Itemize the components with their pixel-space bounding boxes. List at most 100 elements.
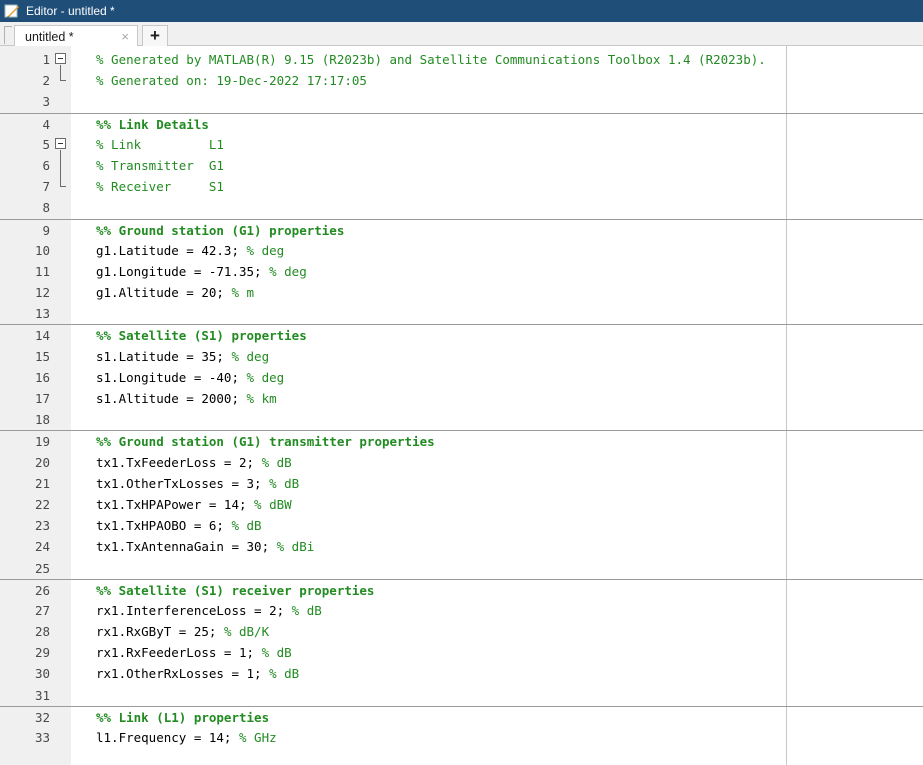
line-number: 22 <box>34 496 50 512</box>
line-number: 21 <box>34 475 50 491</box>
code-comment: % Generated on: 19-Dec-2022 17:17:05 <box>96 73 367 89</box>
code-line[interactable]: 8 <box>0 197 923 218</box>
section-header: %% Satellite (S1) receiver properties <box>96 582 375 598</box>
line-number: 30 <box>34 666 50 682</box>
code-comment: % GHz <box>239 730 277 745</box>
code-line[interactable]: 5 % Link L1 <box>0 134 923 156</box>
line-number: 29 <box>34 645 50 661</box>
code-line[interactable]: 15 s1.Latitude = 35; % deg <box>0 346 923 367</box>
code-line[interactable]: 16 s1.Longitude = -40; % deg <box>0 367 923 388</box>
code-statement: g1.Longitude = -71.35; <box>96 263 270 279</box>
code-editor[interactable]: 1 % Generated by MATLAB(R) 9.15 (R2023b) … <box>0 46 923 765</box>
code-text: % Generated on: 19-Dec-2022 17:17:05 <box>96 70 367 91</box>
code-statement: tx1.TxAntennaGain = 30; <box>96 539 277 555</box>
code-line[interactable]: 11 g1.Longitude = -71.35; % deg <box>0 261 923 282</box>
code-text: % Link L1 <box>96 134 224 155</box>
code-text: s1.Altitude = 2000; % km <box>96 388 277 409</box>
code-line[interactable]: 25 <box>0 558 923 579</box>
code-text: % Receiver S1 <box>96 176 224 197</box>
code-text: % Transmitter G1 <box>96 155 224 176</box>
fold-collapse-icon[interactable] <box>55 49 67 71</box>
code-line[interactable]: 28 rx1.RxGByT = 25; % dB/K <box>0 621 923 642</box>
code-comment: % Generated by MATLAB(R) 9.15 (R2023b) a… <box>96 52 766 67</box>
code-text: %% Satellite (S1) properties <box>96 325 307 346</box>
code-line[interactable]: 29 rx1.RxFeederLoss = 1; % dB <box>0 642 923 663</box>
tab-label: untitled * <box>25 29 74 44</box>
code-line[interactable]: 17 s1.Altitude = 2000; % km <box>0 388 923 409</box>
code-text: s1.Latitude = 35; % deg <box>96 346 269 367</box>
code-comment: % m <box>231 285 255 301</box>
code-statement: l1.Frequency = 14; <box>96 730 239 745</box>
code-line[interactable]: 26 %% Satellite (S1) receiver properties <box>0 578 923 601</box>
code-text: %% Ground station (G1) properties <box>96 220 344 241</box>
code-comment: % deg <box>269 263 307 279</box>
line-number: 15 <box>34 348 50 364</box>
code-text: %% Ground station (G1) transmitter prope… <box>96 431 435 452</box>
line-number: 11 <box>34 263 50 279</box>
code-text: %% Link (L1) properties <box>96 707 269 728</box>
line-number: 25 <box>34 560 50 576</box>
fold-guide <box>55 70 67 91</box>
code-comment: % dB <box>261 454 292 470</box>
tab-untitled[interactable]: untitled * × <box>14 25 138 47</box>
code-line[interactable]: 22 tx1.TxHPAPower = 14; % dBW <box>0 494 923 515</box>
code-line[interactable]: 3 <box>0 91 923 112</box>
fold-collapse-icon[interactable] <box>55 134 67 156</box>
title-bar: Editor - untitled * <box>0 0 923 22</box>
code-text: g1.Longitude = -71.35; % deg <box>96 261 307 282</box>
code-line[interactable]: 32 %% Link (L1) properties <box>0 705 923 728</box>
new-tab-button[interactable]: + <box>142 25 168 46</box>
line-number: 31 <box>34 687 50 703</box>
code-comment: % dB <box>291 602 322 618</box>
code-line[interactable]: 6 % Transmitter G1 <box>0 154 923 177</box>
code-line[interactable]: 12 g1.Altitude = 20; % m <box>0 282 923 303</box>
tab-strip-grip <box>4 26 12 44</box>
code-line[interactable]: 4 %% Link Details <box>0 112 923 134</box>
code-comment: % Link L1 <box>96 136 224 152</box>
code-line[interactable]: 10 g1.Latitude = 42.3; % deg <box>0 240 923 261</box>
line-number: 32 <box>34 709 50 725</box>
line-number: 19 <box>34 434 50 450</box>
code-line[interactable]: 21 tx1.OtherTxLosses = 3; % dB <box>0 473 923 494</box>
code-statement: rx1.OtherRxLosses = 1; <box>96 666 270 682</box>
code-statement: s1.Latitude = 35; <box>96 348 232 364</box>
code-line[interactable]: 1 % Generated by MATLAB(R) 9.15 (R2023b) … <box>0 49 923 71</box>
tab-close-icon[interactable]: × <box>121 29 129 44</box>
code-line[interactable]: 9 %% Ground station (G1) properties <box>0 218 923 241</box>
code-text: l1.Frequency = 14; % GHz <box>96 727 277 748</box>
code-statement: rx1.InterferenceLoss = 2; <box>96 602 292 618</box>
fold-guide <box>55 154 67 177</box>
code-line[interactable]: 24 tx1.TxAntennaGain = 30; % dBi <box>0 536 923 557</box>
code-text: tx1.OtherTxLosses = 3; % dB <box>96 473 299 494</box>
section-header: %% Link (L1) properties <box>96 709 270 725</box>
code-line[interactable]: 7 % Receiver S1 <box>0 176 923 197</box>
code-text: % Generated by MATLAB(R) 9.15 (R2023b) a… <box>96 49 766 70</box>
line-number: 7 <box>42 179 50 195</box>
line-number: 1 <box>42 52 50 67</box>
code-statement: tx1.TxHPAPower = 14; <box>96 496 255 512</box>
code-statement: rx1.RxGByT = 25; <box>96 624 224 640</box>
code-line[interactable]: 23 tx1.TxHPAOBO = 6; % dB <box>0 515 923 536</box>
line-number: 2 <box>42 73 50 89</box>
code-line[interactable]: 18 <box>0 409 923 430</box>
code-statement: rx1.RxFeederLoss = 1; <box>96 645 262 661</box>
code-text: tx1.TxHPAOBO = 6; % dB <box>96 515 262 536</box>
code-line[interactable]: 20 tx1.TxFeederLoss = 2; % dB <box>0 452 923 473</box>
code-line[interactable]: 30 rx1.OtherRxLosses = 1; % dB <box>0 663 923 684</box>
code-line[interactable]: 33 l1.Frequency = 14; % GHz <box>0 727 923 748</box>
code-statement: tx1.TxHPAOBO = 6; <box>96 518 232 534</box>
code-line[interactable]: 27 rx1.InterferenceLoss = 2; % dB <box>0 600 923 621</box>
code-comment: % km <box>246 391 277 406</box>
code-statement: g1.Altitude = 20; <box>96 285 232 301</box>
code-line[interactable]: 2 % Generated on: 19-Dec-2022 17:17:05 <box>0 70 923 91</box>
code-text: %% Satellite (S1) receiver properties <box>96 580 374 601</box>
line-number: 10 <box>34 242 50 258</box>
code-statement: s1.Altitude = 2000; <box>96 391 247 406</box>
code-line[interactable]: 14 %% Satellite (S1) properties <box>0 324 923 345</box>
line-number: 28 <box>34 624 50 640</box>
code-line[interactable]: 19 %% Ground station (G1) transmitter pro… <box>0 430 923 451</box>
line-number: 14 <box>34 328 50 344</box>
code-line[interactable]: 13 <box>0 303 923 324</box>
line-number: 27 <box>34 602 50 618</box>
code-line[interactable]: 31 <box>0 685 923 706</box>
